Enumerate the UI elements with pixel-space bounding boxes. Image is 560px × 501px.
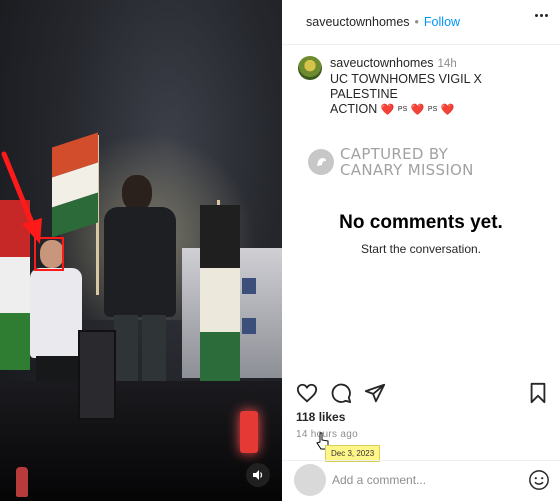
bookmark-icon[interactable] — [528, 382, 548, 404]
speaker-icon — [253, 470, 263, 480]
more-options-icon[interactable] — [535, 14, 548, 17]
red-arrow-icon — [1, 151, 42, 244]
separator-dot: • — [414, 15, 419, 29]
ps-token: PS — [397, 106, 408, 114]
emoji-icon[interactable] — [528, 469, 550, 491]
caption-text-line1: UC TOWNHOMES VIGIL X PALESTINE — [330, 72, 482, 101]
follow-button[interactable]: Follow — [424, 15, 460, 29]
heart-emoji: ❤️ — [440, 104, 455, 116]
share-icon[interactable] — [364, 382, 386, 404]
header-username[interactable]: saveuctownhomes — [306, 15, 410, 29]
truck-bed — [0, 381, 282, 501]
audio-toggle-button[interactable] — [246, 463, 270, 487]
comment-icon[interactable] — [330, 382, 352, 404]
empty-comments-subtitle: Start the conversation. — [360, 242, 482, 256]
caption-time: 14h — [437, 58, 457, 70]
likes-count[interactable]: 118 likes — [296, 410, 345, 424]
post-caption: saveuctownhomes 14h UC TOWNHOMES VIGIL X … — [298, 56, 548, 118]
bottle — [16, 467, 28, 497]
speaker — [78, 330, 116, 420]
palestine-flag — [200, 205, 240, 395]
comment-input[interactable] — [332, 470, 512, 490]
caption-username[interactable]: saveuctownhomes — [330, 56, 434, 70]
avatar — [294, 464, 326, 496]
add-comment-bar — [282, 460, 560, 501]
caption-text-line2: ACTION — [330, 102, 378, 116]
ps-token: PS — [427, 106, 438, 114]
watermark: CAPTURED BY CANARY MISSION — [308, 146, 474, 178]
post-image[interactable] — [0, 0, 282, 501]
canary-logo-icon — [308, 149, 334, 175]
palestine-flag — [52, 132, 98, 238]
heart-icon[interactable] — [296, 382, 318, 404]
tail-light — [240, 411, 258, 453]
action-bar — [296, 382, 546, 406]
watermark-line2: CANARY MISSION — [340, 161, 474, 179]
avatar[interactable] — [298, 56, 322, 80]
heart-emoji: ❤️ — [410, 104, 425, 116]
post-sidebar: saveuctownhomes • Follow saveuctownhomes… — [282, 0, 560, 501]
post-header: saveuctownhomes • Follow — [282, 0, 560, 45]
watermark-line1: CAPTURED BY — [340, 145, 449, 163]
heart-emoji: ❤️ — [380, 104, 395, 116]
empty-comments-title: No comments yet. — [339, 212, 503, 233]
